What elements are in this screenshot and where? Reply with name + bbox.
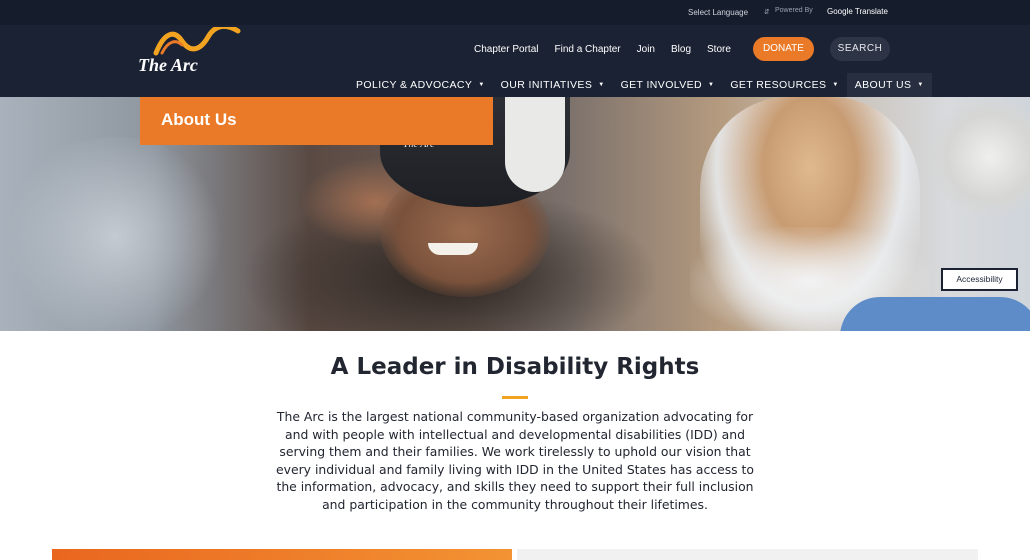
title-underline <box>502 396 528 399</box>
nav-label: OUR INITIATIVES <box>500 79 593 91</box>
nav-label: GET RESOURCES <box>730 79 827 91</box>
find-chapter-link[interactable]: Find a Chapter <box>554 44 620 55</box>
hero-title-box: About Us <box>140 97 493 145</box>
nav-policy-advocacy[interactable]: POLICY & ADVOCACY ▼ <box>348 73 493 97</box>
donate-button[interactable]: DONATE <box>753 37 814 61</box>
nav-our-initiatives[interactable]: OUR INITIATIVES ▼ <box>493 73 613 97</box>
caret-down-icon: ▼ <box>917 82 924 89</box>
caret-down-icon: ▼ <box>832 82 839 89</box>
caret-down-icon: ▼ <box>598 82 605 89</box>
nav-label: POLICY & ADVOCACY <box>356 79 473 91</box>
powered-by-label: Powered By <box>775 7 813 14</box>
nav-label: ABOUT US <box>854 79 912 91</box>
logo-text: The Arc <box>138 55 198 75</box>
nav-get-resources[interactable]: GET RESOURCES ▼ <box>722 73 846 97</box>
search-button[interactable]: SEARCH <box>830 37 890 61</box>
select-language[interactable]: Select Language <box>688 8 748 17</box>
utility-bar: Select Language ⇵ Powered By Google Tran… <box>0 0 1030 25</box>
feature-card-grey <box>517 549 978 560</box>
section-body: The Arc is the largest national communit… <box>276 409 754 512</box>
top-links: Chapter Portal Find a Chapter Join Blog … <box>474 44 747 55</box>
page-title: About Us <box>161 110 237 129</box>
chapter-portal-link[interactable]: Chapter Portal <box>474 44 538 55</box>
store-link[interactable]: Store <box>707 44 731 55</box>
feature-card-orange <box>52 549 512 560</box>
google-translate-link[interactable]: Google Translate <box>827 7 888 16</box>
caret-down-icon: ▼ <box>478 82 485 89</box>
nav-get-involved[interactable]: GET INVOLVED ▼ <box>613 73 723 97</box>
the-arc-logo[interactable]: The Arc <box>138 27 242 79</box>
blog-link[interactable]: Blog <box>671 44 691 55</box>
arc-swoosh-icon <box>153 27 241 56</box>
section-title: A Leader in Disability Rights <box>330 354 700 380</box>
nav-label: GET INVOLVED <box>620 79 703 91</box>
main-nav: POLICY & ADVOCACY ▼ OUR INITIATIVES ▼ GET … <box>348 73 932 97</box>
language-caret-icon[interactable]: ⇵ <box>764 8 770 16</box>
join-link[interactable]: Join <box>637 44 655 55</box>
caret-down-icon: ▼ <box>708 82 715 89</box>
accessibility-button[interactable]: Accessibility <box>941 268 1018 291</box>
nav-about-us[interactable]: ABOUT US ▼ <box>846 73 932 97</box>
